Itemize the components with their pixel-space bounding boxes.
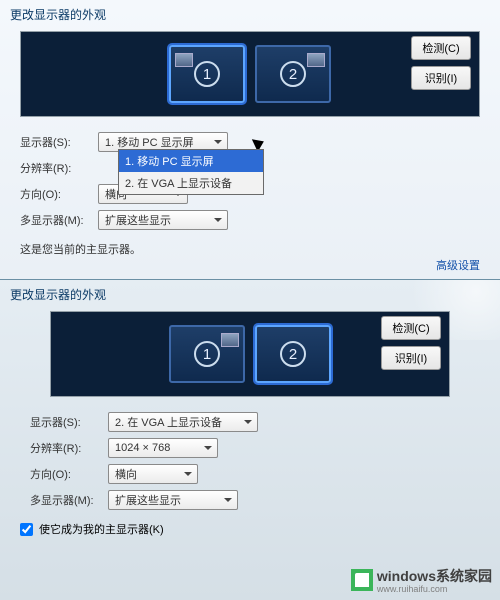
make-primary-label: 使它成为我的主显示器(K) [39,521,164,537]
detect-button[interactable]: 检测(C) [381,316,441,340]
monitor-preview-area: 1 2 检测(C) 识别(I) [50,311,450,397]
multi-display-combo-value: 扩展这些显示 [105,212,171,228]
panel-title: 更改显示器的外观 [0,280,500,307]
identify-button[interactable]: 识别(I) [411,66,471,90]
primary-display-note: 这是您当前的主显示器。 [0,237,500,261]
orientation-label: 方向(O): [20,186,98,202]
monitor-number: 2 [280,61,306,87]
watermark: windows系统家园 www.ruihaifu.com [351,566,492,594]
monitor-content-icon [175,53,193,67]
watermark-brand: windows [377,568,436,584]
watermark-url: www.ruihaifu.com [377,584,492,594]
orientation-combo[interactable]: 横向 [108,464,198,484]
multi-display-combo[interactable]: 扩展这些显示 [108,490,238,510]
resolution-combo[interactable]: 1024 × 768 [108,438,218,458]
monitor-thumbnail-2[interactable]: 2 [255,325,331,383]
monitor-content-icon [307,53,325,67]
display-combo-value: 1. 移动 PC 显示屏 [105,134,194,150]
display-dropdown-list: 1. 移动 PC 显示屏 2. 在 VGA 上显示设备 [118,149,264,195]
make-primary-checkbox[interactable] [20,523,33,536]
panel-title: 更改显示器的外观 [0,0,500,27]
advanced-settings-link[interactable]: 高级设置 [436,257,480,273]
multi-display-label: 多显示器(M): [20,212,98,228]
display-option-1[interactable]: 1. 移动 PC 显示屏 [119,150,263,172]
display-option-2[interactable]: 2. 在 VGA 上显示设备 [119,172,263,194]
display-label: 显示器(S): [20,134,98,150]
orientation-combo-value: 横向 [115,466,137,482]
multi-display-combo-value: 扩展这些显示 [115,492,181,508]
detect-button[interactable]: 检测(C) [411,36,471,60]
monitor-preview-area: 1 2 检测(C) 识别(I) [20,31,480,117]
display-combo[interactable]: 2. 在 VGA 上显示设备 [108,412,258,432]
display-settings-panel-1: 更改显示器的外观 1 2 检测(C) 识别(I) 显示器(S): 1. 移动 P… [0,0,500,280]
monitor-thumbnail-1[interactable]: 1 [169,325,245,383]
resolution-label: 分辨率(R): [20,160,98,176]
display-combo-value: 2. 在 VGA 上显示设备 [115,414,222,430]
display-label: 显示器(S): [30,414,108,430]
resolution-combo-value: 1024 × 768 [115,442,170,454]
display-settings-panel-2: 更改显示器的外观 1 2 检测(C) 识别(I) 显示器(S): 2. 在 VG… [0,280,500,600]
monitor-number: 1 [194,61,220,87]
monitor-number: 1 [194,341,220,367]
watermark-logo-icon [351,569,373,591]
identify-button[interactable]: 识别(I) [381,346,441,370]
multi-display-combo[interactable]: 扩展这些显示 [98,210,228,230]
monitor-number: 2 [280,341,306,367]
multi-display-label: 多显示器(M): [30,492,108,508]
orientation-label: 方向(O): [30,466,108,482]
watermark-suffix: 系统家园 [436,568,492,584]
monitor-thumbnail-2[interactable]: 2 [255,45,331,103]
resolution-label: 分辨率(R): [30,440,108,456]
monitor-content-icon [221,333,239,347]
monitor-thumbnail-1[interactable]: 1 [169,45,245,103]
